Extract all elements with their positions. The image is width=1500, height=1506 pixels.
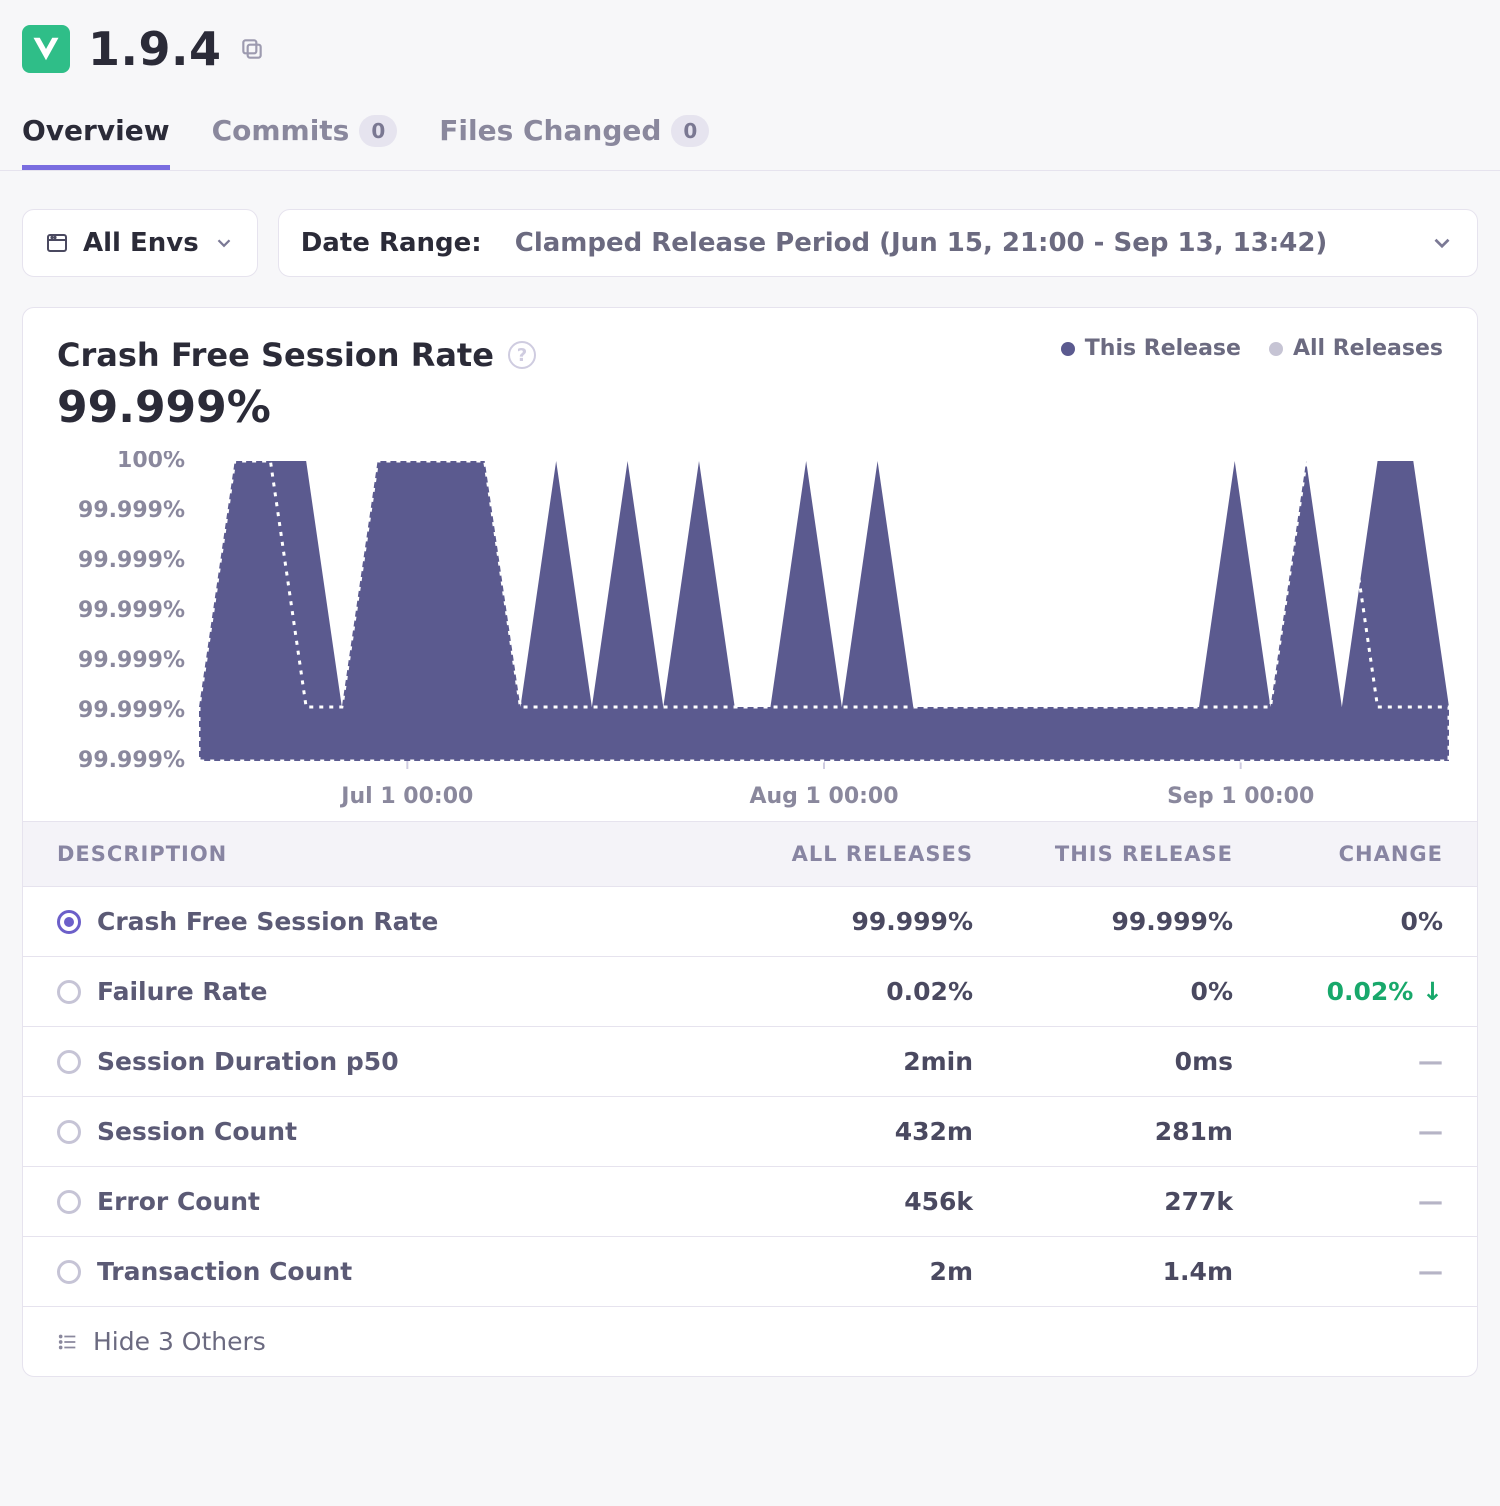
- metric-this: 0ms: [973, 1047, 1233, 1076]
- help-icon[interactable]: ?: [508, 341, 536, 369]
- metric-all: 0.02%: [713, 977, 973, 1006]
- range-label: Date Range:: [301, 228, 482, 258]
- metric-change: —: [1233, 1187, 1443, 1216]
- panel-title-row: Crash Free Session Rate ?: [57, 336, 536, 374]
- tab-label: Commits: [212, 114, 350, 147]
- metric-label: Error Count: [97, 1187, 260, 1216]
- tabs-bar: Overview Commits 0 Files Changed 0: [0, 76, 1500, 171]
- tab-files-changed[interactable]: Files Changed 0: [439, 114, 709, 170]
- metric-all: 456k: [713, 1187, 973, 1216]
- metric-change: 0%: [1233, 907, 1443, 936]
- metric-this: 99.999%: [973, 907, 1233, 936]
- metric-label: Session Duration p50: [97, 1047, 399, 1076]
- metric-all: 2m: [713, 1257, 973, 1286]
- metric-all: 2min: [713, 1047, 973, 1076]
- copy-icon[interactable]: [239, 36, 265, 62]
- svg-text:99.999%: 99.999%: [78, 548, 185, 573]
- th-description: DESCRIPTION: [57, 842, 713, 866]
- svg-text:99.999%: 99.999%: [78, 498, 185, 523]
- metric-change: —: [1233, 1047, 1443, 1076]
- metric-radio[interactable]: [57, 910, 81, 934]
- svg-text:Jul 1 00:00: Jul 1 00:00: [339, 784, 473, 809]
- hide-others-label: Hide 3 Others: [93, 1327, 266, 1356]
- metric-this: 1.4m: [973, 1257, 1233, 1286]
- metric-all: 99.999%: [713, 907, 973, 936]
- svg-text:99.999%: 99.999%: [78, 598, 185, 623]
- legend-dot: [1269, 342, 1283, 356]
- svg-text:99.999%: 99.999%: [78, 698, 185, 723]
- metric-change: 0.02% ↓: [1233, 977, 1443, 1006]
- metric-radio[interactable]: [57, 1120, 81, 1144]
- metric-label: Transaction Count: [97, 1257, 352, 1286]
- window-icon: [45, 231, 69, 255]
- table-row[interactable]: Crash Free Session Rate99.999%99.999%0%: [23, 887, 1477, 957]
- chevron-down-icon: [213, 232, 235, 254]
- list-icon: [57, 1331, 79, 1353]
- release-version: 1.9.4: [88, 22, 221, 76]
- metric-radio[interactable]: [57, 980, 81, 1004]
- table-row[interactable]: Transaction Count 2m1.4m—: [23, 1237, 1477, 1307]
- table-row[interactable]: Failure Rate 0.02%0%0.02% ↓: [23, 957, 1477, 1027]
- table-header: DESCRIPTION ALL RELEASES THIS RELEASE CH…: [23, 822, 1477, 887]
- svg-text:99.999%: 99.999%: [78, 648, 185, 673]
- metric-this: 277k: [973, 1187, 1233, 1216]
- env-selector[interactable]: All Envs: [22, 209, 258, 277]
- tab-label: Files Changed: [439, 114, 661, 147]
- env-label: All Envs: [83, 228, 199, 258]
- hide-others-toggle[interactable]: Hide 3 Others: [23, 1307, 1477, 1376]
- panel-big-value: 99.999%: [23, 374, 1477, 433]
- chart-area: 100% 99.999% 99.999% 99.999% 99.999% 99.999% 9…: [23, 433, 1477, 821]
- th-change: CHANGE: [1233, 842, 1443, 866]
- metric-all: 432m: [713, 1117, 973, 1146]
- tab-commits[interactable]: Commits 0: [212, 114, 398, 170]
- page-header: 1.9.4: [0, 0, 1500, 76]
- metric-change: —: [1233, 1117, 1443, 1146]
- svg-text:99.999%: 99.999%: [78, 748, 185, 773]
- metric-radio[interactable]: [57, 1260, 81, 1284]
- app-logo: [22, 25, 70, 73]
- svg-text:Aug 1 00:00: Aug 1 00:00: [749, 784, 898, 809]
- tab-label: Overview: [22, 114, 170, 147]
- tab-overview[interactable]: Overview: [22, 114, 170, 170]
- chevron-down-icon: [1429, 230, 1455, 256]
- th-all-releases: ALL RELEASES: [713, 842, 973, 866]
- legend-item: All Releases: [1269, 336, 1443, 361]
- metrics-table: DESCRIPTION ALL RELEASES THIS RELEASE CH…: [23, 821, 1477, 1376]
- metric-radio[interactable]: [57, 1050, 81, 1074]
- legend-dot: [1061, 342, 1075, 356]
- legend-item: This Release: [1061, 336, 1241, 361]
- table-row[interactable]: Error Count 456k277k—: [23, 1167, 1477, 1237]
- svg-text:Sep 1 00:00: Sep 1 00:00: [1167, 784, 1314, 809]
- date-range-selector[interactable]: Date Range: Clamped Release Period (Jun …: [278, 209, 1478, 277]
- th-this-release: THIS RELEASE: [973, 842, 1233, 866]
- filter-bar: All Envs Date Range: Clamped Release Per…: [0, 171, 1500, 277]
- metric-this: 281m: [973, 1117, 1233, 1146]
- metric-label: Session Count: [97, 1117, 297, 1146]
- crash-free-panel: Crash Free Session Rate ? This Release Al…: [22, 307, 1478, 1377]
- metric-label: Crash Free Session Rate: [97, 907, 438, 936]
- metric-this: 0%: [973, 977, 1233, 1006]
- vue-icon: [31, 34, 61, 64]
- table-row[interactable]: Session Count 432m281m—: [23, 1097, 1477, 1167]
- metric-radio[interactable]: [57, 1190, 81, 1214]
- svg-text:100%: 100%: [117, 451, 185, 473]
- panel-title: Crash Free Session Rate: [57, 336, 494, 374]
- tab-count-badge: 0: [671, 115, 709, 147]
- table-row[interactable]: Session Duration p50 2min0ms—: [23, 1027, 1477, 1097]
- range-value: Clamped Release Period (Jun 15, 21:00 - …: [515, 228, 1328, 258]
- chart-legend: This Release All Releases: [1061, 336, 1443, 361]
- metric-label: Failure Rate: [97, 977, 267, 1006]
- tab-count-badge: 0: [359, 115, 397, 147]
- metric-change: —: [1233, 1257, 1443, 1286]
